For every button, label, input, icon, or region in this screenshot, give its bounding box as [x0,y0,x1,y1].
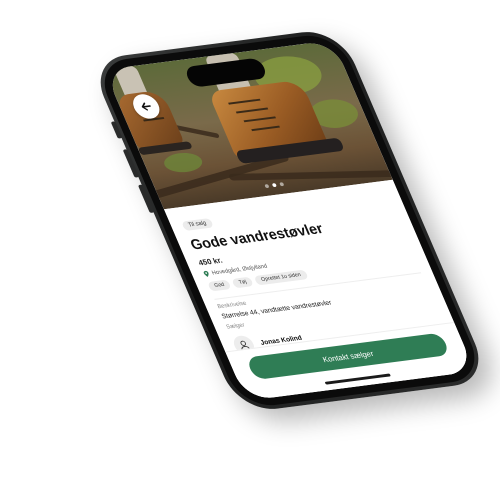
map-pin-icon [203,270,209,277]
dynamic-island [183,57,269,88]
location-text: Hovedgård, Østjylland [210,263,269,276]
phone-mockup: Til salg Gode vandrestøvler 450 kr. Hove… [88,27,492,414]
category-chip: Tøj [231,276,255,289]
pagination-dot[interactable] [279,182,285,187]
condition-chip: God [207,279,232,292]
arrow-left-icon [141,102,151,111]
stage: Til salg Gode vandrestøvler 450 kr. Hove… [0,0,500,500]
listing-status-badge: Til salg [181,218,214,232]
pagination-dot[interactable] [264,184,270,189]
created-chip: Oprettet 1u siden [253,269,309,286]
pagination-dot-active[interactable] [271,183,278,188]
home-indicator [324,373,391,385]
